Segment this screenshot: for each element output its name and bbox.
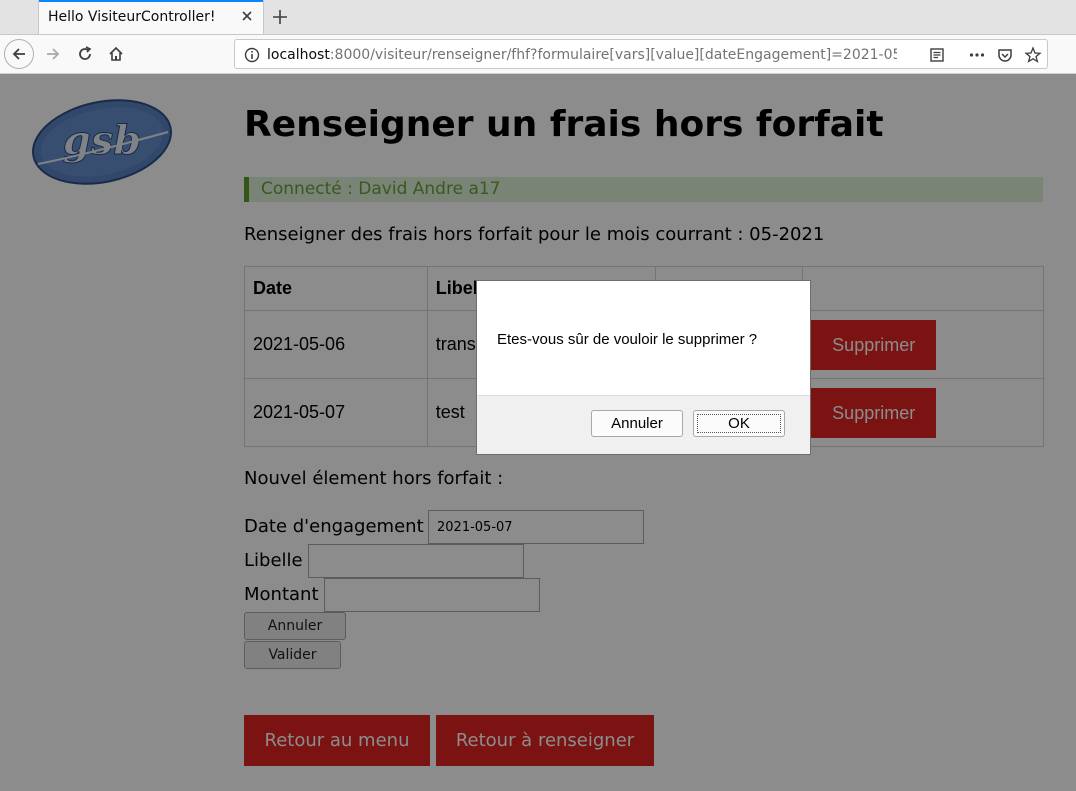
dialog-cancel-button[interactable]: Annuler (591, 410, 683, 437)
navigation-toolbar: localhost:8000/visiteur/renseigner/fhf?f… (0, 35, 1076, 74)
close-tab-icon[interactable] (239, 8, 255, 24)
back-icon[interactable] (4, 39, 34, 69)
tab-title: Hello VisiteurController! (48, 9, 216, 25)
tab-strip: Hello VisiteurController! (0, 0, 1076, 35)
url-path: :8000/visiteur/renseigner/fhf?formulaire… (329, 47, 897, 63)
confirm-dialog: Etes-vous sûr de vouloir le supprimer ? … (476, 280, 811, 455)
url-host: localhost (267, 47, 330, 63)
dialog-footer: Annuler OK (477, 395, 810, 454)
reload-icon[interactable] (70, 39, 100, 69)
active-tab[interactable]: Hello VisiteurController! (38, 0, 264, 34)
address-bar[interactable]: localhost:8000/visiteur/renseigner/fhf?f… (234, 39, 1048, 69)
new-tab-icon[interactable] (271, 8, 289, 26)
more-icon[interactable] (968, 46, 986, 64)
reader-view-icon[interactable] (928, 46, 946, 64)
dialog-ok-label: OK (697, 414, 781, 433)
home-icon[interactable] (101, 39, 131, 69)
bookmark-star-icon[interactable] (1024, 46, 1042, 64)
url-text: localhost:8000/visiteur/renseigner/fhf?f… (267, 47, 897, 63)
dialog-ok-button[interactable]: OK (693, 410, 785, 437)
dialog-message: Etes-vous sûr de vouloir le supprimer ? (497, 331, 758, 348)
info-icon[interactable] (243, 46, 261, 64)
forward-icon[interactable] (38, 39, 68, 69)
pocket-icon[interactable] (996, 46, 1014, 64)
tab-accent (39, 0, 263, 2)
